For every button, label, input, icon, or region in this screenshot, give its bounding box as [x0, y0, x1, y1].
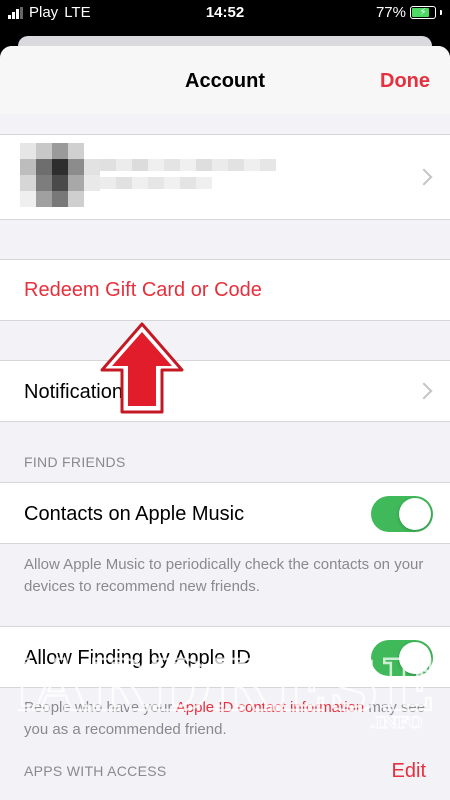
- account-sheet: Account Done Redeem Gift Card or Code No…: [0, 46, 450, 800]
- apps-with-access-header: APPS WITH ACCESS: [24, 763, 167, 779]
- apple-id-contact-link[interactable]: Apple ID contact information: [176, 699, 364, 716]
- redeem-label: Redeem Gift Card or Code: [24, 279, 262, 301]
- red-pointer-arrow-icon: [100, 322, 184, 414]
- allow-finding-footer: People who have your Apple ID contact in…: [24, 697, 426, 741]
- chevron-right-icon: [415, 382, 433, 400]
- allow-finding-label: Allow Finding by Apple ID: [24, 647, 251, 669]
- status-bar: Play LTE 14:52 77% ⚡: [0, 0, 450, 26]
- toggle-knob: [399, 642, 431, 674]
- battery-percent: 77%: [375, 4, 406, 21]
- notifications-row[interactable]: Notifications: [0, 360, 450, 422]
- contacts-footer: Allow Apple Music to periodically check …: [24, 556, 424, 595]
- navigation-bar: Account Done: [0, 46, 450, 114]
- allow-finding-toggle[interactable]: [371, 640, 433, 676]
- profile-row[interactable]: [0, 134, 450, 220]
- edit-button[interactable]: Edit: [392, 760, 426, 783]
- redeem-gift-card-row[interactable]: Redeem Gift Card or Code: [0, 259, 450, 321]
- find-friends-header: FIND FRIENDS: [24, 454, 126, 470]
- toggle-knob: [399, 498, 431, 530]
- footer-text-pre: People who have your: [24, 699, 176, 716]
- status-right: 77% ⚡: [376, 4, 442, 21]
- allow-finding-row: Allow Finding by Apple ID: [0, 626, 450, 688]
- blurred-avatar-and-name: [20, 143, 300, 213]
- contacts-label: Contacts on Apple Music: [24, 503, 245, 525]
- contacts-toggle[interactable]: [371, 496, 433, 532]
- contacts-on-apple-music-row: Contacts on Apple Music: [0, 482, 450, 544]
- battery-tip: [440, 10, 442, 15]
- battery-icon: ⚡: [410, 6, 436, 19]
- done-button[interactable]: Done: [380, 70, 430, 93]
- chevron-right-icon: [415, 168, 433, 186]
